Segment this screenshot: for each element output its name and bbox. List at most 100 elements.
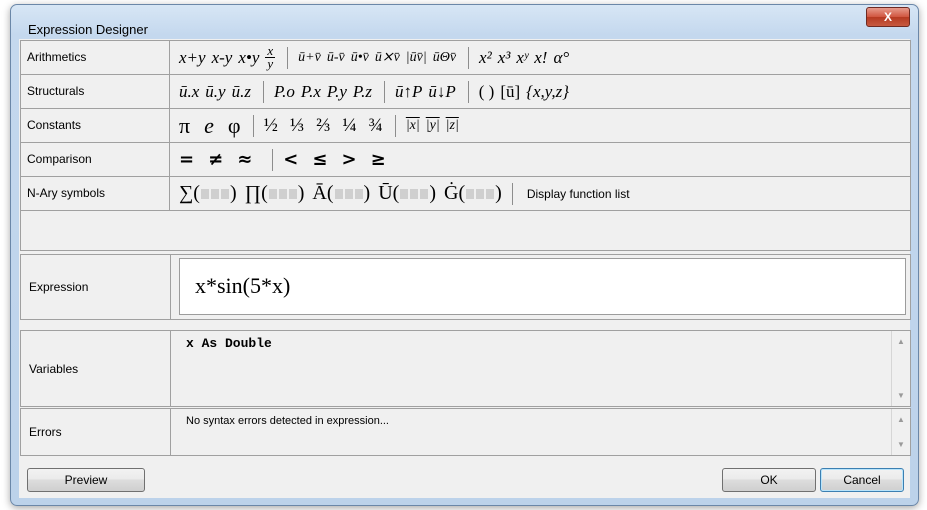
sum-button[interactable]: ∑() bbox=[179, 182, 237, 205]
palette-row-constants: Constants π e φ ½ ⅓ ⅔ ¼ ¾ |x| |y| |z| bbox=[21, 109, 910, 143]
vector-x-component-button[interactable]: ū.x bbox=[179, 82, 199, 102]
power-button[interactable]: xʸ bbox=[516, 48, 528, 68]
expression-input[interactable]: x*sin(5*x) bbox=[179, 258, 906, 315]
three-quarters-button[interactable]: ¾ bbox=[369, 115, 383, 137]
dialog-client: Arithmetics x+y x-y x•y x y ū+v̄ ū-v̄ ū•… bbox=[19, 39, 911, 498]
separator bbox=[468, 46, 470, 69]
not-equals-button[interactable]: ≠ bbox=[208, 149, 223, 170]
vector-subtract-button[interactable]: ū-v̄ bbox=[327, 50, 345, 66]
vector-angle-button[interactable]: ūΘv̄ bbox=[433, 50, 456, 66]
vector-to-point-button[interactable]: ū↑P bbox=[395, 82, 422, 102]
vector-add-button[interactable]: ū+v̄ bbox=[298, 50, 321, 66]
separator bbox=[262, 80, 264, 103]
errors-row: Errors No syntax errors detected in expr… bbox=[20, 408, 911, 456]
average-button[interactable]: Ā() bbox=[312, 182, 370, 205]
braces-button[interactable]: {x,y,z} bbox=[526, 82, 569, 102]
phi-button[interactable]: φ bbox=[228, 113, 241, 139]
two-thirds-button[interactable]: ⅔ bbox=[316, 115, 330, 137]
errors-label: Errors bbox=[21, 409, 171, 455]
union-button[interactable]: Ū() bbox=[378, 182, 436, 205]
errors-scrollbar[interactable]: ▲ ▼ bbox=[891, 409, 910, 455]
cross-product-button[interactable]: ū⨯v̄ bbox=[375, 49, 400, 66]
less-than-button[interactable]: < bbox=[283, 149, 298, 170]
errors-textarea: No syntax errors detected in expression.… bbox=[178, 409, 891, 455]
product-button[interactable]: ∏() bbox=[245, 182, 305, 205]
point-y-button[interactable]: P.y bbox=[327, 82, 347, 102]
placeholder-icon bbox=[268, 189, 277, 200]
greater-equal-button[interactable]: ≥ bbox=[371, 149, 386, 170]
vector-magnitude-button[interactable]: |ūv̄| bbox=[406, 50, 427, 66]
unit-z-button[interactable]: |z| bbox=[446, 118, 459, 134]
placeholder-icon bbox=[278, 189, 287, 200]
euler-button[interactable]: e bbox=[204, 113, 214, 139]
preview-button[interactable]: Preview bbox=[27, 468, 145, 492]
quarter-button[interactable]: ¼ bbox=[342, 115, 356, 137]
display-function-list-button[interactable]: Display function list bbox=[527, 187, 630, 201]
separator bbox=[272, 148, 274, 171]
variables-scrollbar[interactable]: ▲ ▼ bbox=[891, 331, 910, 406]
structurals-label: Structurals bbox=[21, 75, 170, 108]
scroll-down-icon[interactable]: ▼ bbox=[897, 440, 905, 449]
ok-button[interactable]: OK bbox=[722, 468, 816, 492]
palette-row-structurals: Structurals ū.x ū.y ū.z P.o P.x P.y P.z … bbox=[21, 75, 910, 109]
placeholder-icon bbox=[344, 189, 353, 200]
structurals-items: ū.x ū.y ū.z P.o P.x P.y P.z ū↑P ū↓P ( ) … bbox=[171, 75, 575, 108]
cancel-button[interactable]: Cancel bbox=[820, 468, 904, 492]
third-button[interactable]: ⅓ bbox=[290, 115, 304, 137]
add-button[interactable]: x+y bbox=[179, 48, 206, 68]
vector-z-component-button[interactable]: ū.z bbox=[232, 82, 251, 102]
close-icon[interactable]: X bbox=[884, 10, 892, 24]
arithmetics-label: Arithmetics bbox=[21, 41, 170, 74]
scroll-down-icon[interactable]: ▼ bbox=[897, 391, 905, 400]
variables-textarea[interactable]: x As Double bbox=[178, 331, 891, 406]
placeholder-icon bbox=[400, 189, 409, 200]
approx-button[interactable]: ≈ bbox=[237, 149, 252, 170]
degree-button[interactable]: α° bbox=[553, 48, 569, 68]
symbol-palette: Arithmetics x+y x-y x•y x y ū+v̄ ū-v̄ ū•… bbox=[20, 40, 911, 251]
point-origin-button[interactable]: P.o bbox=[274, 82, 295, 102]
point-z-button[interactable]: P.z bbox=[353, 82, 372, 102]
vector-y-component-button[interactable]: ū.y bbox=[205, 82, 225, 102]
divide-button[interactable]: x y bbox=[265, 44, 276, 71]
separator bbox=[383, 80, 385, 103]
placeholder-icon bbox=[466, 189, 475, 200]
equals-button[interactable]: = bbox=[179, 149, 194, 170]
palette-row-comparison: Comparison = ≠ ≈ < ≤ > ≥ bbox=[21, 143, 910, 177]
cube-button[interactable]: x³ bbox=[498, 48, 511, 68]
placeholder-icon bbox=[476, 189, 485, 200]
scroll-up-icon[interactable]: ▲ bbox=[897, 415, 905, 424]
scroll-up-icon[interactable]: ▲ bbox=[897, 337, 905, 346]
placeholder-icon bbox=[288, 189, 297, 200]
expression-label: Expression bbox=[21, 255, 171, 319]
close-button[interactable]: X bbox=[866, 7, 910, 27]
geometric-mean-symbol: Ġ bbox=[444, 182, 459, 204]
union-symbol: Ū bbox=[378, 182, 393, 204]
multiply-button[interactable]: x•y bbox=[238, 48, 259, 68]
square-button[interactable]: x² bbox=[479, 48, 492, 68]
unit-x-button[interactable]: |x| bbox=[406, 118, 420, 134]
subtract-button[interactable]: x-y bbox=[212, 48, 233, 68]
brackets-button[interactable]: [ū] bbox=[500, 82, 520, 102]
parentheses-button[interactable]: ( ) bbox=[479, 82, 495, 102]
expression-row: Expression x*sin(5*x) bbox=[20, 254, 911, 320]
palette-row-arithmetics: Arithmetics x+y x-y x•y x y ū+v̄ ū-v̄ ū•… bbox=[21, 41, 910, 75]
point-x-button[interactable]: P.x bbox=[301, 82, 321, 102]
comparison-items: = ≠ ≈ < ≤ > ≥ bbox=[171, 143, 400, 176]
half-button[interactable]: ½ bbox=[264, 115, 278, 137]
greater-than-button[interactable]: > bbox=[341, 149, 356, 170]
dot-product-button[interactable]: ū•v̄ bbox=[351, 50, 369, 66]
placeholder-icon bbox=[220, 189, 229, 200]
factorial-button[interactable]: x! bbox=[534, 48, 547, 68]
product-symbol: ∏ bbox=[244, 182, 262, 204]
palette-row-nary: N-Ary symbols ∑() ∏() Ā() Ū() Ġ() Displa… bbox=[21, 177, 910, 211]
sum-symbol: ∑ bbox=[179, 182, 194, 204]
placeholder-icon bbox=[410, 189, 419, 200]
point-to-vector-button[interactable]: ū↓P bbox=[428, 82, 455, 102]
placeholder-icon bbox=[210, 189, 219, 200]
fraction-denominator: y bbox=[267, 56, 274, 71]
geometric-mean-button[interactable]: Ġ() bbox=[444, 182, 502, 205]
pi-button[interactable]: π bbox=[179, 113, 190, 139]
unit-y-button[interactable]: |y| bbox=[426, 118, 440, 134]
placeholder-icon bbox=[420, 189, 429, 200]
less-equal-button[interactable]: ≤ bbox=[312, 149, 327, 170]
